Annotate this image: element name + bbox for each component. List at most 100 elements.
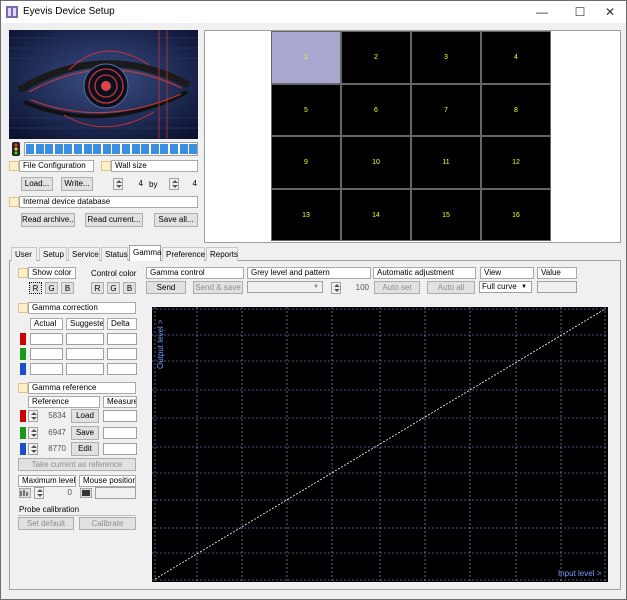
- red-reference-spinner[interactable]: [28, 410, 38, 422]
- auto-set-button[interactable]: Auto set: [374, 281, 420, 294]
- file-configuration-check[interactable]: [9, 161, 19, 171]
- wall-cell-8[interactable]: 8: [481, 83, 551, 136]
- control-color-b-button[interactable]: B: [123, 282, 136, 294]
- green-reference-spinner[interactable]: [28, 427, 38, 439]
- red-reference-value[interactable]: 5834: [38, 410, 68, 422]
- wall-cell-11[interactable]: 11: [411, 136, 481, 189]
- progress-segment: [112, 144, 121, 154]
- tab-status[interactable]: Status: [101, 247, 128, 261]
- red-delta-field[interactable]: [107, 333, 137, 345]
- wall-cell-9[interactable]: 9: [271, 136, 341, 189]
- wall-cell-label: 8: [514, 106, 518, 114]
- green-actual-field[interactable]: [30, 348, 63, 360]
- internal-db-check[interactable]: [9, 197, 19, 207]
- blue-suggested-field[interactable]: [66, 363, 104, 375]
- progress-segment: [26, 144, 34, 154]
- wall-cell-15[interactable]: 15: [411, 188, 481, 241]
- grey-level-value[interactable]: 100: [341, 282, 371, 294]
- green-measure-field[interactable]: [103, 427, 137, 439]
- show-color-b-button[interactable]: B: [61, 282, 74, 294]
- progress-segment: [160, 144, 169, 154]
- blue-reference-spinner[interactable]: [28, 443, 38, 455]
- wall-cell-label: 5: [304, 106, 308, 114]
- show-color-r-button[interactable]: R: [29, 282, 42, 294]
- blue-delta-field[interactable]: [107, 363, 137, 375]
- write-button[interactable]: Write...: [61, 177, 93, 191]
- send-and-save-button[interactable]: Send & save: [193, 281, 243, 294]
- send-button[interactable]: Send: [146, 281, 186, 294]
- wall-cell-4[interactable]: 4: [481, 31, 551, 84]
- control-color-r-button[interactable]: R: [91, 282, 104, 294]
- wall-cols-value[interactable]: 4: [123, 178, 145, 190]
- maximum-level-value[interactable]: 0: [44, 487, 74, 499]
- save-all-button[interactable]: Save all...: [154, 213, 198, 227]
- grey-level-spinner[interactable]: [331, 282, 341, 294]
- reference-edit-button[interactable]: Edit: [71, 442, 99, 456]
- automatic-adjustment-label: Automatic adjustment: [373, 267, 476, 279]
- wall-cell-7[interactable]: 7: [411, 83, 481, 136]
- wall-cell-2[interactable]: 2: [341, 31, 411, 84]
- wall-cell-label: 14: [372, 211, 380, 219]
- minimize-button[interactable]: —: [525, 1, 559, 23]
- close-button[interactable]: ✕: [593, 1, 627, 23]
- tab-user[interactable]: User: [11, 247, 37, 261]
- wall-cell-5[interactable]: 5: [271, 83, 341, 136]
- wall-cell-12[interactable]: 12: [481, 136, 551, 189]
- wall-cell-label: 11: [442, 159, 450, 166]
- auto-all-button[interactable]: Auto all: [427, 281, 475, 294]
- maximum-level-spinner[interactable]: [34, 487, 44, 499]
- tab-setup[interactable]: Setup: [39, 247, 67, 261]
- progress-segment: [102, 144, 111, 154]
- take-current-reference-button[interactable]: Take current as reference: [18, 458, 136, 471]
- show-color-label: Show color: [28, 267, 76, 279]
- read-archive-button[interactable]: Read archive...: [21, 213, 75, 227]
- tab-reports[interactable]: Reports: [206, 247, 238, 261]
- reference-load-button[interactable]: Load: [71, 409, 99, 423]
- red-measure-field[interactable]: [103, 410, 137, 422]
- wall-cell-6[interactable]: 6: [341, 83, 411, 136]
- wall-rows-spinner[interactable]: [169, 178, 179, 190]
- gamma-curve-chart[interactable]: Output level > Input level >: [152, 307, 608, 582]
- blue-reference-value[interactable]: 8770: [38, 443, 68, 455]
- wall-size-check[interactable]: [101, 161, 111, 171]
- tab-preference[interactable]: Preference: [162, 247, 205, 261]
- progress-segment: [45, 144, 54, 154]
- wall-cell-3[interactable]: 3: [411, 31, 481, 84]
- green-reference-value[interactable]: 6947: [38, 427, 68, 439]
- wall-cell-1[interactable]: 1: [271, 31, 341, 84]
- wall-cell-label: 4: [514, 54, 518, 61]
- wall-cell-16[interactable]: 16: [481, 188, 551, 241]
- calibrate-button[interactable]: Calibrate: [79, 517, 136, 530]
- load-button[interactable]: Load...: [21, 177, 53, 191]
- show-color-g-button[interactable]: G: [45, 282, 58, 294]
- reference-save-button[interactable]: Save: [71, 426, 99, 440]
- wall-cell-label: 12: [512, 159, 520, 166]
- show-color-check[interactable]: [18, 268, 28, 278]
- wall-cell-label: 6: [374, 106, 378, 114]
- red-actual-field[interactable]: [30, 333, 63, 345]
- traffic-light-icon: [12, 142, 20, 156]
- pattern-dropdown[interactable]: [247, 281, 323, 293]
- blue-measure-field[interactable]: [103, 443, 137, 455]
- green-delta-field[interactable]: [107, 348, 137, 360]
- mouse-position-field: [95, 487, 136, 499]
- read-current-button[interactable]: Read current...: [85, 213, 143, 227]
- maximize-button[interactable]: ☐: [563, 1, 597, 23]
- green-suggested-field[interactable]: [66, 348, 104, 360]
- set-default-button[interactable]: Set default: [18, 517, 74, 530]
- control-color-g-button[interactable]: G: [107, 282, 120, 294]
- gamma-correction-check[interactable]: [18, 303, 28, 313]
- delta-column-header: Delta: [107, 318, 137, 330]
- green-reference-swatch: [20, 427, 26, 439]
- tab-gamma[interactable]: Gamma: [129, 245, 161, 261]
- gamma-reference-check[interactable]: [18, 383, 28, 393]
- red-suggested-field[interactable]: [66, 333, 104, 345]
- wall-cell-13[interactable]: 13: [271, 188, 341, 241]
- wall-cell-10[interactable]: 10: [341, 136, 411, 189]
- wall-cell-14[interactable]: 14: [341, 188, 411, 241]
- tab-service[interactable]: Service: [68, 247, 100, 261]
- title-bar: Eyevis Device Setup — ☐ ✕: [1, 1, 626, 23]
- blue-actual-field[interactable]: [30, 363, 63, 375]
- wall-cols-spinner[interactable]: [113, 178, 123, 190]
- wall-rows-value[interactable]: 4: [179, 178, 199, 190]
